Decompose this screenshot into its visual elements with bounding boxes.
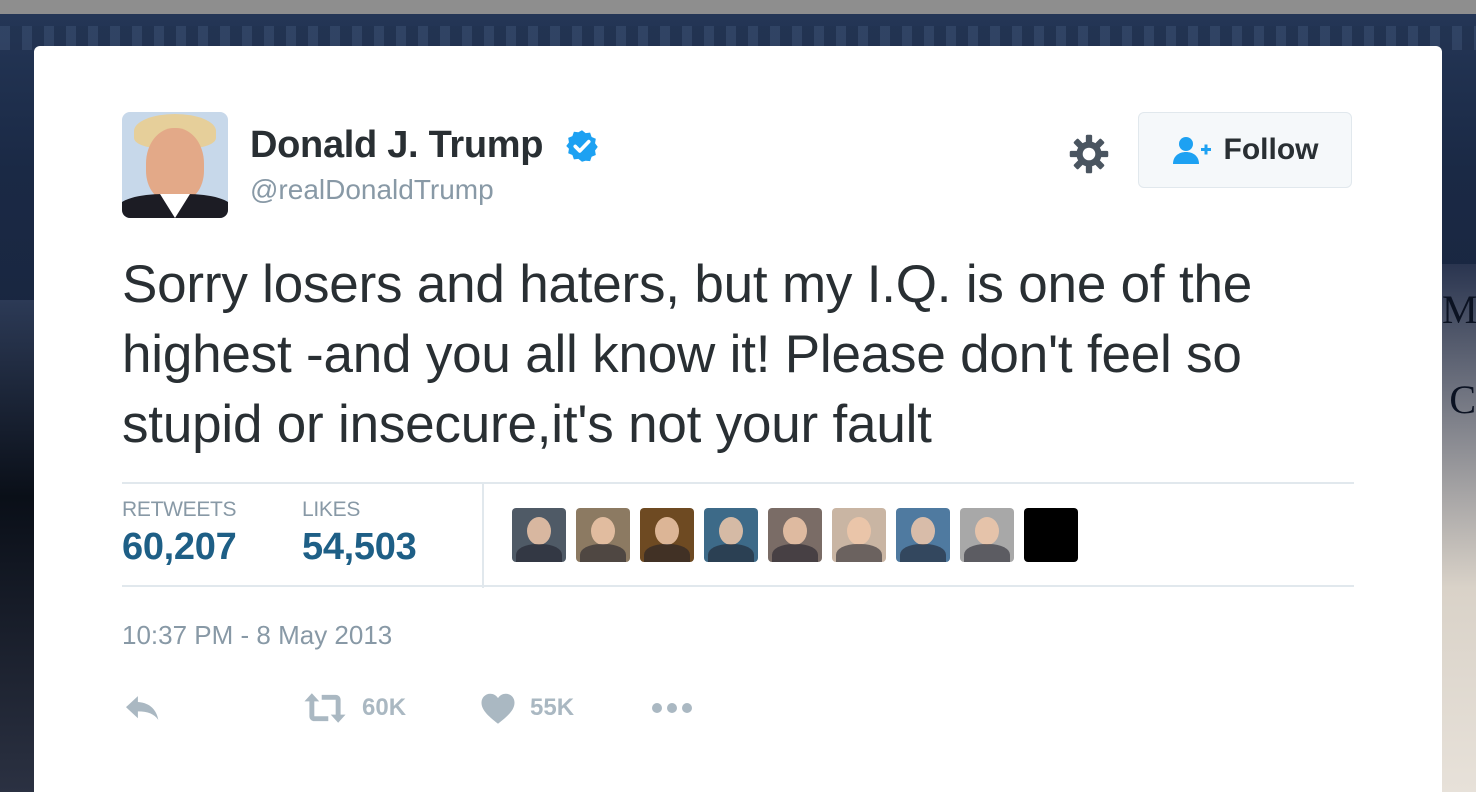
tweet-timestamp[interactable]: 10:37 PM - 8 May 2013 bbox=[122, 620, 392, 651]
browser-top-strip bbox=[0, 0, 1476, 14]
liker-avatar[interactable] bbox=[704, 508, 758, 562]
liker-avatar[interactable] bbox=[640, 508, 694, 562]
add-user-icon bbox=[1172, 137, 1211, 164]
reply-icon bbox=[126, 696, 159, 720]
likes-stat[interactable]: LIKES 54,503 bbox=[302, 498, 417, 569]
divider bbox=[122, 482, 1354, 484]
retweet-button[interactable]: 60K bbox=[302, 686, 406, 730]
liker-avatar[interactable] bbox=[768, 508, 822, 562]
retweets-count: 60,207 bbox=[122, 526, 237, 568]
tweet-card: Donald J. Trump @realDonaldTrump Follow … bbox=[34, 46, 1442, 792]
background-letters: M bbox=[1442, 290, 1476, 330]
liker-avatar[interactable] bbox=[896, 508, 950, 562]
background-letters: C bbox=[1449, 380, 1476, 420]
divider bbox=[122, 585, 1354, 587]
user-handle[interactable]: @realDonaldTrump bbox=[250, 174, 494, 206]
like-button[interactable]: 55K bbox=[480, 686, 574, 730]
liker-avatar[interactable] bbox=[1024, 508, 1078, 562]
likes-label: LIKES bbox=[302, 498, 361, 521]
background-photo-left-edge bbox=[0, 300, 36, 792]
display-name[interactable]: Donald J. Trump bbox=[250, 124, 544, 167]
like-count: 55K bbox=[530, 694, 575, 721]
liker-avatars bbox=[512, 508, 1078, 562]
retweet-icon bbox=[304, 693, 346, 723]
divider-vertical bbox=[482, 484, 484, 588]
liker-avatar[interactable] bbox=[832, 508, 886, 562]
liker-avatar[interactable] bbox=[960, 508, 1014, 562]
heart-icon bbox=[481, 693, 515, 724]
tweet-text: Sorry losers and haters, but my I.Q. is … bbox=[122, 255, 1253, 454]
liker-avatar[interactable] bbox=[576, 508, 630, 562]
avatar[interactable] bbox=[122, 112, 228, 218]
follow-button[interactable]: Follow bbox=[1138, 112, 1352, 188]
reply-button[interactable] bbox=[122, 686, 164, 730]
verified-badge-icon bbox=[566, 130, 598, 162]
liker-avatar[interactable] bbox=[512, 508, 566, 562]
retweet-count: 60K bbox=[362, 694, 407, 721]
likes-count: 54,503 bbox=[302, 526, 417, 568]
more-options-button[interactable] bbox=[650, 686, 694, 730]
retweets-stat[interactable]: RETWEETS 60,207 bbox=[122, 498, 237, 569]
retweets-label: RETWEETS bbox=[122, 498, 237, 521]
follow-button-label: Follow bbox=[1223, 133, 1319, 166]
more-dots-icon bbox=[652, 703, 692, 713]
gear-icon[interactable] bbox=[1068, 133, 1110, 175]
